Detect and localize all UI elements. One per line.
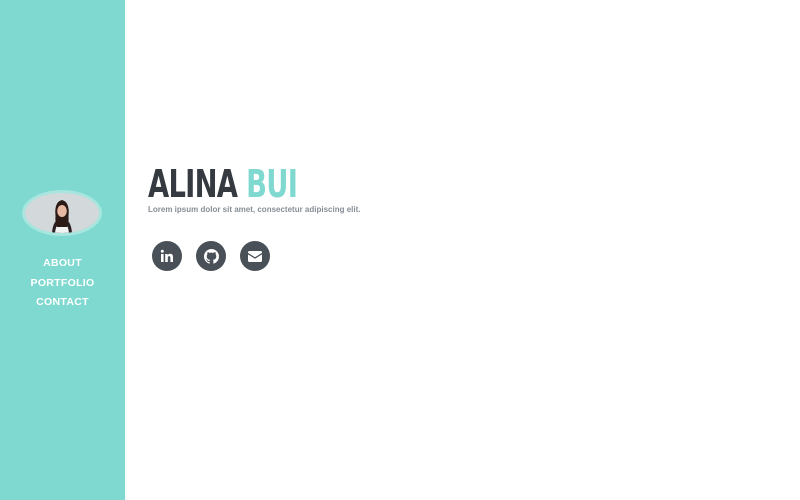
- email-button[interactable]: [240, 241, 270, 271]
- main-content: ALINA BUI Lorem ipsum dolor sit amet, co…: [125, 0, 800, 500]
- nav-link-about[interactable]: ABOUT: [43, 257, 82, 269]
- page-title: ALINA BUI: [148, 160, 298, 208]
- page: ABOUT PORTFOLIO CONTACT ALINA BUI Lorem …: [0, 0, 800, 500]
- nav-link-portfolio[interactable]: PORTFOLIO: [31, 277, 95, 289]
- linkedin-icon: [160, 249, 173, 262]
- first-name: ALINA: [148, 162, 238, 206]
- linkedin-button[interactable]: [152, 241, 182, 271]
- nav-item-contact: CONTACT: [0, 291, 125, 311]
- profile-photo: [25, 193, 99, 233]
- github-icon: [203, 248, 219, 264]
- nav-item-portfolio: PORTFOLIO: [0, 272, 125, 292]
- nav-menu: ABOUT PORTFOLIO CONTACT: [0, 252, 125, 311]
- subtitle: Lorem ipsum dolor sit amet, consectetur …: [148, 205, 361, 214]
- github-button[interactable]: [196, 241, 226, 271]
- avatar: [22, 190, 102, 236]
- envelope-icon: [248, 250, 262, 262]
- sidebar: ABOUT PORTFOLIO CONTACT: [0, 0, 125, 500]
- nav-link-contact[interactable]: CONTACT: [36, 296, 89, 308]
- nav-item-about: ABOUT: [0, 252, 125, 272]
- social-links: [152, 241, 270, 271]
- last-name: BUI: [246, 162, 298, 206]
